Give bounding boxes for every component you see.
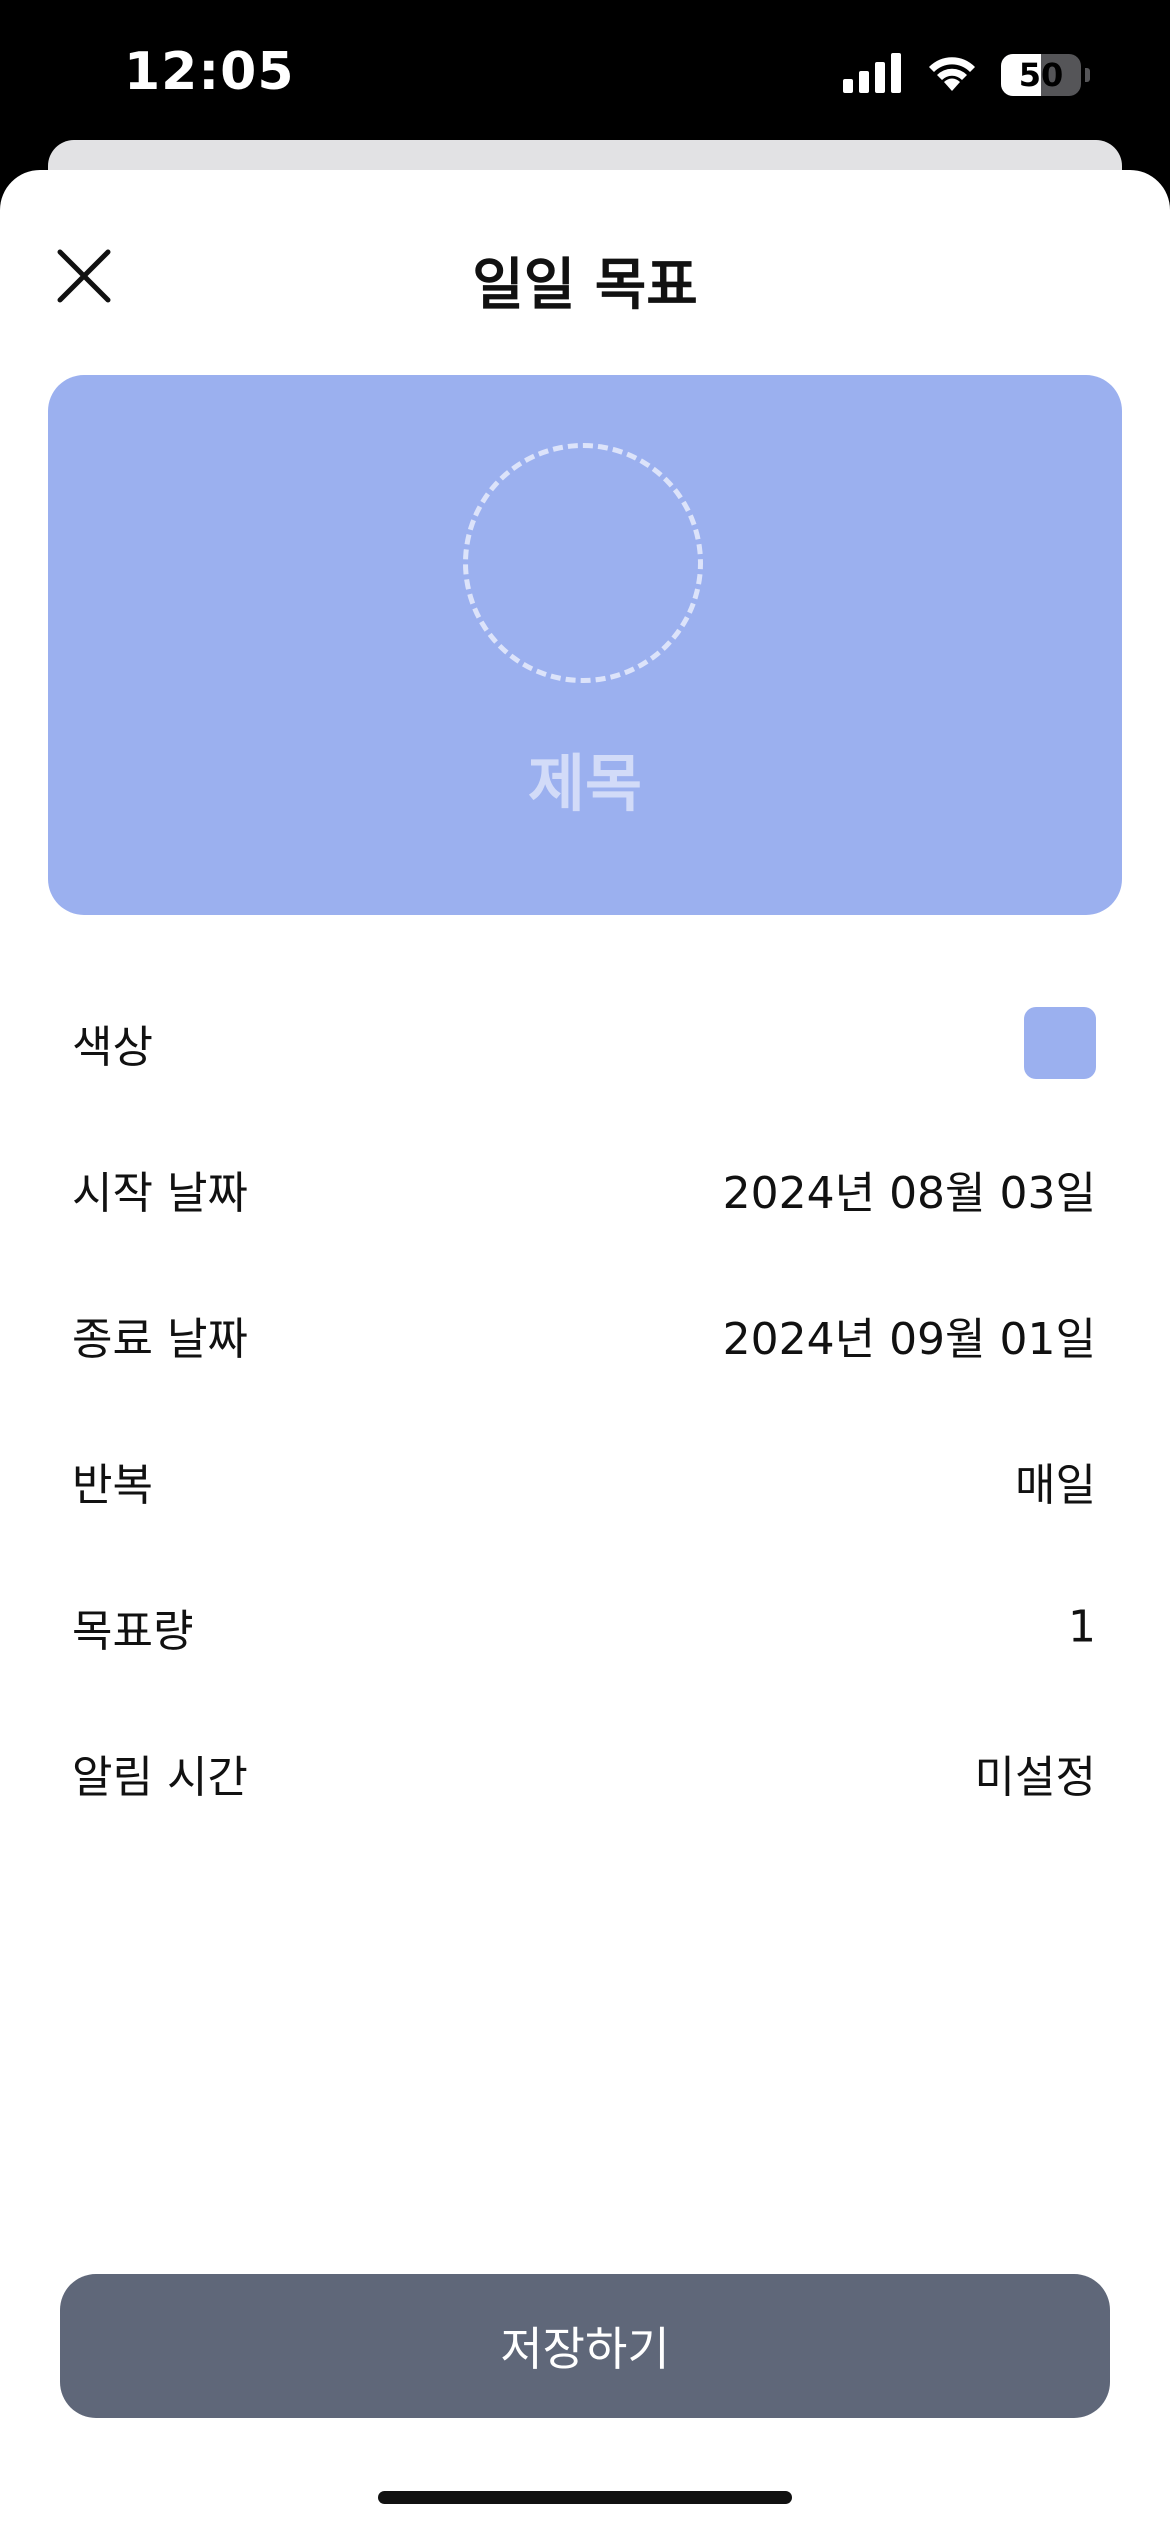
status-icons: 50	[843, 52, 1090, 98]
goal-sheet: 일일 목표 제목 색상 시작 날짜 2024년 08월 03일 종료 날짜 20…	[0, 170, 1170, 2532]
signal-icon	[843, 53, 903, 97]
end-date-row[interactable]: 종료 날짜 2024년 09월 01일	[0, 1262, 1170, 1408]
battery-level: 50	[1018, 56, 1064, 94]
repeat-label: 반복	[72, 1460, 153, 1511]
start-date-row[interactable]: 시작 날짜 2024년 08월 03일	[0, 1116, 1170, 1262]
screen: 12:05 50 일일 목표 제목 색상 시작 날짜 2024년 08월 03일…	[0, 0, 1170, 2532]
alarm-time-label: 알림 시간	[72, 1752, 248, 1803]
color-row[interactable]: 색상	[0, 970, 1170, 1116]
target-amount-row[interactable]: 목표량 1	[0, 1554, 1170, 1700]
color-swatch[interactable]	[1024, 1007, 1096, 1079]
start-date-value[interactable]: 2024년 08월 03일	[723, 1157, 1096, 1221]
end-date-value[interactable]: 2024년 09월 01일	[723, 1303, 1096, 1367]
alarm-time-row[interactable]: 알림 시간 미설정	[0, 1700, 1170, 1846]
target-amount-label: 목표량	[72, 1606, 194, 1657]
status-bar: 12:05 50	[0, 0, 1170, 140]
save-button[interactable]: 저장하기	[60, 2274, 1110, 2418]
repeat-value[interactable]: 매일	[1015, 1449, 1096, 1513]
status-time: 12:05	[124, 42, 295, 102]
settings-list: 색상 시작 날짜 2024년 08월 03일 종료 날짜 2024년 09월 0…	[0, 970, 1170, 1846]
dashed-circle-icon[interactable]	[463, 443, 703, 683]
sheet-header: 일일 목표	[0, 170, 1170, 370]
alarm-time-value[interactable]: 미설정	[975, 1741, 1096, 1805]
battery-icon: 50	[1001, 54, 1081, 96]
battery-cap	[1085, 68, 1090, 82]
end-date-label: 종료 날짜	[72, 1314, 248, 1365]
repeat-row[interactable]: 반복 매일	[0, 1408, 1170, 1554]
goal-preview-card: 제목	[48, 375, 1122, 915]
page-title: 일일 목표	[472, 253, 698, 318]
target-amount-value[interactable]: 1	[1068, 1602, 1096, 1653]
home-indicator	[378, 2491, 792, 2504]
title-placeholder[interactable]: 제목	[48, 733, 1122, 823]
color-label: 색상	[72, 1022, 153, 1073]
start-date-label: 시작 날짜	[72, 1168, 248, 1219]
wifi-icon	[925, 53, 979, 97]
